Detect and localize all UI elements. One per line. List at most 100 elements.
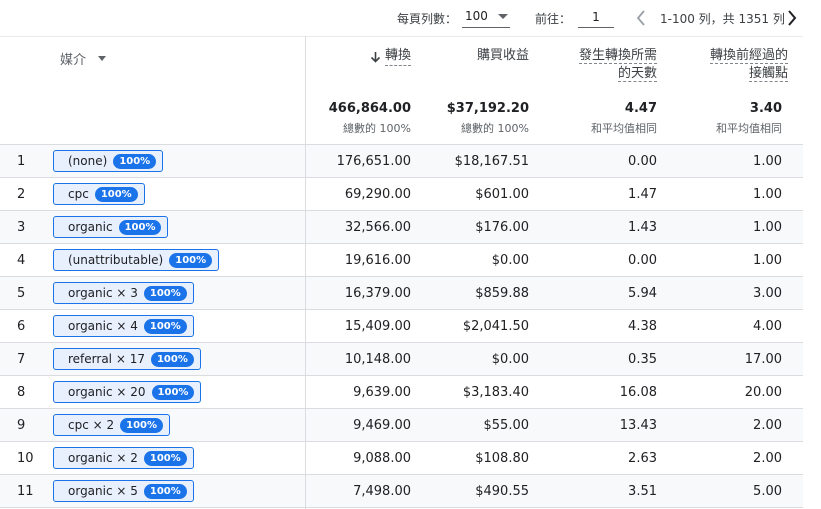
days-cell: 0.00 [628, 154, 657, 169]
column-header-touchpoints-line2: 接觸點 [748, 66, 788, 82]
medium-chip[interactable]: organic × 5 100% [53, 480, 194, 502]
medium-label: cpc × 2 [68, 418, 115, 432]
total-value: 3.40 [749, 101, 782, 116]
revenue-cell: $490.55 [475, 484, 529, 499]
medium-label: organic × 5 [68, 484, 138, 498]
chevron-right-icon[interactable] [785, 8, 799, 28]
conversions-cell: 69,290.00 [344, 187, 411, 202]
row-index: 7 [17, 352, 26, 367]
days-cell: 1.43 [628, 220, 657, 235]
medium-chip[interactable]: cpc 100% [53, 183, 145, 205]
medium-chip[interactable]: organic × 2 100% [53, 447, 194, 469]
total-value: $37,192.20 [446, 101, 529, 116]
conversions-cell: 9,639.00 [353, 385, 411, 400]
table-row: 9 cpc × 2 100% 9,469.00 $55.00 13.43 2.00 [0, 409, 803, 442]
conversions-cell: 7,498.00 [353, 484, 411, 499]
dropdown-caret-icon [498, 14, 508, 19]
medium-chip[interactable]: organic × 4 100% [53, 315, 194, 337]
medium-chip[interactable]: (unattributable) 100% [53, 249, 220, 271]
percent-badge: 100% [143, 285, 187, 301]
column-header-conversions-label: 轉換 [384, 47, 411, 66]
touchpoints-cell: 1.00 [753, 154, 782, 169]
medium-label: organic [68, 220, 113, 234]
chevron-left-icon[interactable] [634, 8, 648, 28]
total-subtext: 總數的 100% [343, 122, 411, 135]
row-index: 10 [17, 451, 34, 466]
medium-chip[interactable]: referral × 17 100% [53, 348, 201, 370]
row-index: 5 [17, 286, 26, 301]
touchpoints-cell: 17.00 [744, 352, 782, 367]
days-cell: 13.43 [619, 418, 657, 433]
revenue-cell: $0.00 [491, 352, 529, 367]
rows-per-page-select[interactable]: 100 [462, 6, 510, 28]
days-cell: 5.94 [628, 286, 657, 301]
conversions-cell: 9,088.00 [353, 451, 411, 466]
percent-badge: 100% [120, 417, 164, 433]
goto-page-input[interactable] [578, 6, 614, 28]
days-cell: 0.00 [628, 253, 657, 268]
percent-badge: 100% [94, 186, 138, 202]
revenue-cell: $2,041.50 [462, 319, 529, 334]
row-index: 9 [17, 418, 26, 433]
column-header-days-to-conversion[interactable]: 發生轉換所需 的天數 [567, 47, 657, 83]
row-index: 2 [17, 187, 26, 202]
days-cell: 2.63 [628, 451, 657, 466]
touchpoints-cell: 1.00 [753, 253, 782, 268]
medium-chip[interactable]: organic × 20 100% [53, 381, 202, 403]
touchpoints-cell: 1.00 [753, 187, 782, 202]
touchpoints-cell: 2.00 [753, 418, 782, 433]
column-header-touchpoints-line1: 轉換前經過的 [709, 48, 788, 64]
percent-badge: 100% [169, 252, 213, 268]
conversions-cell: 9,469.00 [353, 418, 411, 433]
medium-chip[interactable]: (none) 100% [53, 150, 164, 172]
table-row: 8 organic × 20 100% 9,639.00 $3,183.40 16… [0, 376, 803, 409]
table-row: 7 referral × 17 100% 10,148.00 $0.00 0.35… [0, 343, 803, 376]
percent-badge: 100% [143, 318, 187, 334]
column-header-touchpoints[interactable]: 轉換前經過的 接觸點 [698, 47, 788, 83]
conversions-cell: 10,148.00 [344, 352, 411, 367]
table-row: 11 organic × 5 100% 7,498.00 $490.55 3.51… [0, 475, 803, 508]
rows-per-page-label: 每頁列數： [397, 12, 458, 26]
table-header: 媒介 轉換 購買收益 發生轉換所需 的天數 轉換前經過的 接觸點 466,864… [0, 37, 803, 145]
column-header-days-line2: 的天數 [617, 66, 657, 82]
table-row: 3 organic 100% 32,566.00 $176.00 1.43 1.0… [0, 211, 803, 244]
column-divider [305, 36, 306, 509]
column-header-conversions[interactable]: 轉換 [370, 47, 411, 66]
medium-chip[interactable]: organic × 3 100% [53, 282, 194, 304]
days-cell: 1.47 [628, 187, 657, 202]
touchpoints-cell: 2.00 [753, 451, 782, 466]
revenue-cell: $601.00 [475, 187, 529, 202]
medium-chip[interactable]: cpc × 2 100% [53, 414, 171, 436]
conversions-cell: 16,379.00 [344, 286, 411, 301]
total-days: 4.47 和平均值相同 [591, 101, 657, 136]
goto-label: 前往： [535, 12, 572, 26]
total-value: 466,864.00 [328, 101, 411, 116]
row-index: 1 [17, 154, 26, 169]
revenue-cell: $3,183.40 [462, 385, 529, 400]
column-header-revenue[interactable]: 購買收益 [477, 47, 529, 65]
days-cell: 16.08 [619, 385, 657, 400]
revenue-cell: $18,167.51 [454, 154, 529, 169]
percent-badge: 100% [143, 450, 187, 466]
total-value: 4.47 [624, 101, 657, 116]
table-row: 1 (none) 100% 176,651.00 $18,167.51 0.00 … [0, 145, 803, 178]
touchpoints-cell: 5.00 [753, 484, 782, 499]
total-subtext: 和平均值相同 [591, 122, 657, 135]
medium-label: (unattributable) [68, 253, 164, 267]
table-row: 2 cpc 100% 69,290.00 $601.00 1.47 1.00 [0, 178, 803, 211]
pagination-bar: 每頁列數： 100 前往： 1-100 列，共 1351 列 [0, 0, 821, 36]
row-index: 6 [17, 319, 26, 334]
medium-label: organic × 3 [68, 286, 138, 300]
revenue-cell: $176.00 [475, 220, 529, 235]
medium-label: referral × 17 [68, 352, 145, 366]
medium-chip[interactable]: organic 100% [53, 216, 169, 238]
revenue-cell: $859.88 [475, 286, 529, 301]
touchpoints-cell: 3.00 [753, 286, 782, 301]
touchpoints-cell: 4.00 [753, 319, 782, 334]
days-cell: 0.35 [628, 352, 657, 367]
medium-label: organic × 4 [68, 319, 138, 333]
medium-label: (none) [68, 154, 108, 168]
dimension-header-medium[interactable]: 媒介 [60, 49, 107, 68]
touchpoints-cell: 1.00 [753, 220, 782, 235]
total-conversions: 466,864.00 總數的 100% [329, 101, 411, 136]
